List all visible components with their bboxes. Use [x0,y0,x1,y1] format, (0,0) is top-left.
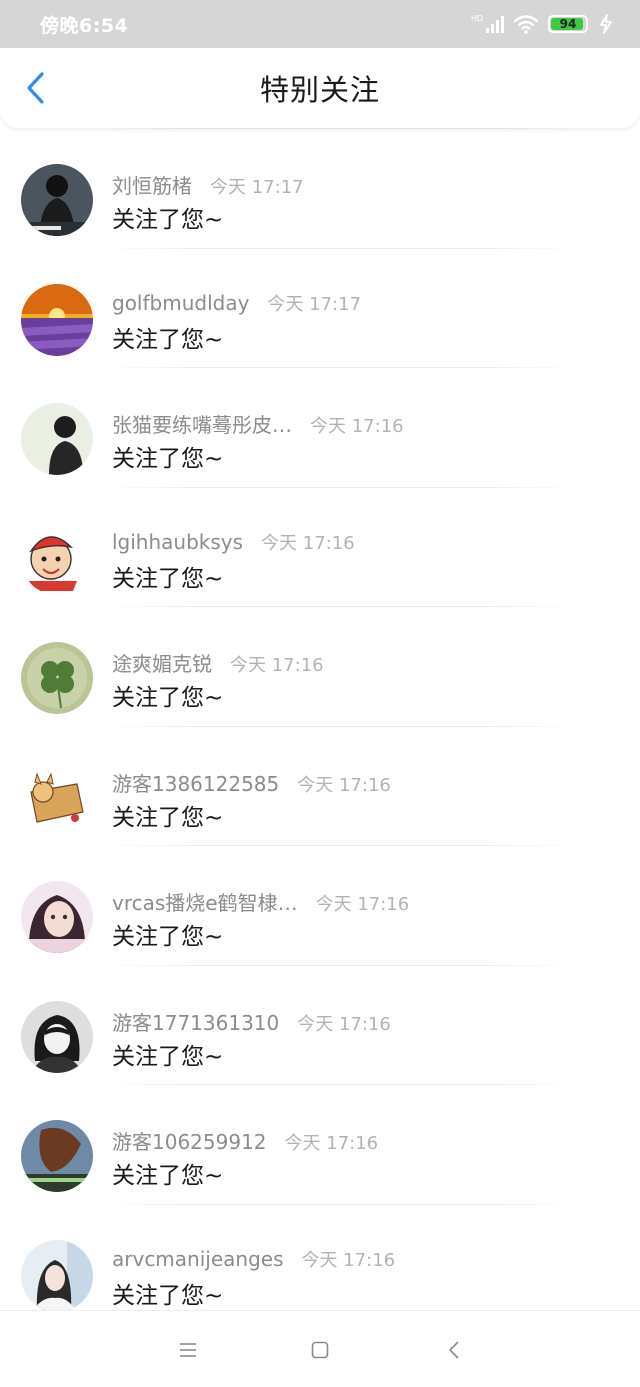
notification-text: 关注了您~ [112,1163,224,1189]
name-row: 游客1386122585 今天 17:16 [112,768,391,797]
timestamp: 今天 17:16 [310,416,404,437]
timestamp: 今天 17:16 [315,894,410,915]
notification-text: 关注了您~ [112,1282,224,1309]
status-icons: HD 94 [471,14,614,34]
network-label: HD [470,14,483,23]
notification-text: 关注了您~ [112,207,224,233]
divider [100,964,580,966]
back-button[interactable] [16,66,56,110]
user-name[interactable]: 游客106259912 [112,1126,267,1155]
divider [100,725,580,727]
battery-icon: 94 [548,15,588,33]
divider [100,606,580,607]
list-item[interactable]: 游客1771361310 今天 17:16 关注了您~ [0,964,640,1085]
user-name[interactable]: lgihhaubksys [112,530,243,554]
timestamp: 今天 17:16 [261,532,355,554]
divider [100,247,580,249]
charging-bolt-icon [600,14,612,34]
menu-icon [180,1343,196,1357]
list-item[interactable]: 刘恒筋楮 今天 17:17 关注了您~ [0,128,640,248]
timestamp: 今天 17:16 [284,1133,379,1154]
name-row: 游客106259912 今天 17:16 [112,1126,378,1155]
menu-button[interactable] [175,1337,201,1363]
user-name[interactable]: vrcas播烧e鹤智棣… [112,887,298,916]
name-row: 游客1771361310 今天 17:16 [112,1007,391,1036]
notification-text: 关注了您~ [112,1043,224,1070]
name-row: 张猫要练嘴蓦彤皮… 今天 17:16 [112,409,404,438]
name-row: 刘恒筋楮 今天 17:17 [112,170,304,199]
system-back-button[interactable] [441,1337,467,1363]
user-name[interactable]: golfbmudlday [112,291,249,315]
name-row: vrcas播烧e鹤智棣… 今天 17:16 [112,887,409,916]
page-title: 特别关注 [259,73,380,107]
list-item[interactable]: 游客1386122585 今天 17:16 关注了您~ [0,725,640,846]
avatar[interactable] [21,283,93,356]
timestamp: 今天 17:16 [297,774,391,796]
divider [100,1084,580,1085]
list-item[interactable]: golfbmudlday 今天 17:17 关注了您~ [0,247,640,368]
wifi-icon [514,15,538,34]
avatar[interactable] [21,1000,93,1073]
divider [100,845,580,846]
timestamp: 今天 17:16 [301,1249,396,1271]
avatar[interactable] [21,522,93,595]
notification-list: 刘恒筋楮 今天 17:17 关注了您~ golfbmudlday 今天 17:17 关注了… [0,128,640,1323]
avatar[interactable] [21,642,93,714]
divider [100,367,580,368]
list-item[interactable]: arvcmanijeanges 今天 17:16 关注了您~ [0,1203,640,1324]
list-item[interactable]: 游客106259912 今天 17:16 关注了您~ [0,1084,640,1204]
notification-text: 关注了您~ [112,446,224,472]
timestamp: 今天 17:17 [267,293,362,315]
battery-text: 94 [559,17,577,31]
avatar[interactable] [21,881,93,953]
avatar[interactable] [21,403,93,475]
list-item[interactable]: vrcas播烧e鹤智棣… 今天 17:16 关注了您~ [0,845,640,965]
back-triangle-icon [449,1341,459,1359]
home-square-icon [311,1341,329,1359]
divider [100,1203,580,1205]
notification-text: 关注了您~ [112,685,224,711]
divider [100,486,580,488]
status-bar: 傍晚6:54 HD 94 [0,0,640,48]
list-item[interactable]: 途爽媚克锐 今天 17:16 关注了您~ [0,606,640,726]
navigation-bar [0,1310,640,1387]
notification-text: 关注了您~ [112,326,224,353]
notification-text: 关注了您~ [112,804,224,831]
timestamp: 今天 17:17 [210,177,304,198]
user-name[interactable]: arvcmanijeanges [112,1247,284,1271]
user-name[interactable]: 张猫要练嘴蓦彤皮… [112,409,292,438]
notification-text: 关注了您~ [112,565,224,592]
list-item[interactable]: lgihhaubksys 今天 17:16 关注了您~ [0,486,640,607]
avatar[interactable] [21,1239,93,1312]
chevron-left-icon [27,72,44,104]
timestamp: 今天 17:16 [297,1013,391,1035]
signal-icon: HD [471,15,504,33]
user-name[interactable]: 游客1771361310 [112,1007,279,1036]
list-item[interactable]: 张猫要练嘴蓦彤皮… 今天 17:16 关注了您~ [0,367,640,487]
name-row: lgihhaubksys 今天 17:16 [112,529,355,555]
name-row: golfbmudlday 今天 17:17 [112,290,361,316]
user-name[interactable]: 刘恒筋楮 [112,170,192,199]
name-row: 途爽媚克锐 今天 17:16 [112,648,324,677]
user-name[interactable]: 游客1386122585 [112,768,279,797]
header: 特别关注 [0,48,640,128]
avatar[interactable] [21,761,93,834]
notification-text: 关注了您~ [112,924,224,950]
user-name[interactable]: 途爽媚克锐 [112,648,212,677]
timestamp: 今天 17:16 [230,655,324,676]
home-button[interactable] [307,1337,333,1363]
avatar[interactable] [21,1120,93,1192]
name-row: arvcmanijeanges 今天 17:16 [112,1246,395,1272]
divider [100,128,580,129]
status-time: 傍晚6:54 [40,14,129,37]
avatar[interactable] [21,164,93,236]
